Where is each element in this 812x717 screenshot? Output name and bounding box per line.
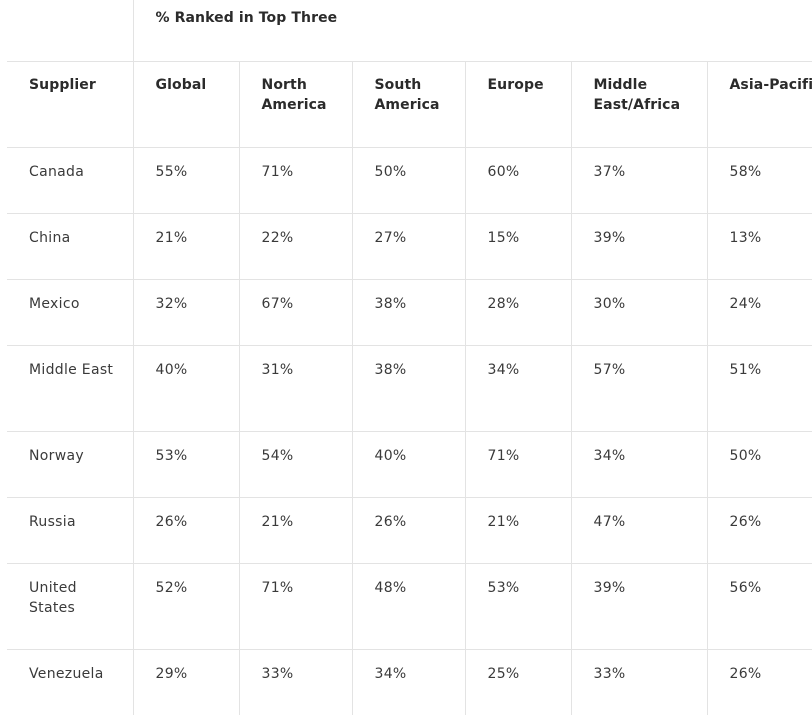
global-cell: 53% — [132, 430, 239, 497]
supplier-cell: Mexico — [7, 278, 133, 345]
south-america-cell: 38% — [351, 278, 465, 345]
column-header-north-america: North America — [238, 60, 352, 147]
south-america-cell: 27% — [351, 212, 465, 279]
middle-east-africa-cell: 34% — [570, 430, 707, 497]
group-header-row: % Ranked in Top Three — [7, 0, 812, 61]
south-america-cell: 26% — [351, 496, 465, 563]
asia-pacific-cell: 13% — [706, 212, 812, 279]
table-row: Middle East 40% 31% 38% 34% 57% 51% — [7, 344, 812, 431]
south-america-cell: 50% — [351, 146, 465, 213]
supplier-cell: Canada — [7, 146, 133, 213]
asia-pacific-cell: 51% — [706, 344, 812, 431]
europe-cell: 15% — [464, 212, 571, 279]
table-row: Canada 55% 71% 50% 60% 37% 58% — [7, 146, 812, 213]
middle-east-africa-cell: 39% — [570, 212, 707, 279]
supplier-cell: United States — [7, 562, 133, 649]
north-america-cell: 22% — [238, 212, 352, 279]
supplier-ranking-table-container: % Ranked in Top Three Supplier Global No… — [7, 0, 812, 715]
global-cell: 52% — [132, 562, 239, 649]
europe-cell: 71% — [464, 430, 571, 497]
north-america-cell: 54% — [238, 430, 352, 497]
column-header-global: Global — [132, 60, 239, 147]
north-america-cell: 33% — [238, 648, 352, 715]
asia-pacific-cell: 56% — [706, 562, 812, 649]
column-header-supplier: Supplier — [7, 60, 133, 147]
global-cell: 40% — [132, 344, 239, 431]
europe-cell: 53% — [464, 562, 571, 649]
global-cell: 26% — [132, 496, 239, 563]
column-header-middle-east-africa: Middle East/Africa — [570, 60, 707, 147]
asia-pacific-cell: 26% — [706, 496, 812, 563]
north-america-cell: 71% — [238, 146, 352, 213]
global-cell: 21% — [132, 212, 239, 279]
north-america-cell: 31% — [238, 344, 352, 431]
south-america-cell: 40% — [351, 430, 465, 497]
asia-pacific-cell: 50% — [706, 430, 812, 497]
middle-east-africa-cell: 57% — [570, 344, 707, 431]
middle-east-africa-cell: 47% — [570, 496, 707, 563]
europe-cell: 60% — [464, 146, 571, 213]
group-header-spacer — [7, 0, 133, 61]
south-america-cell: 38% — [351, 344, 465, 431]
supplier-ranking-table: % Ranked in Top Three Supplier Global No… — [7, 0, 812, 715]
supplier-cell: China — [7, 212, 133, 279]
table-row: Venezuela 29% 33% 34% 25% 33% 26% — [7, 648, 812, 715]
supplier-cell: Norway — [7, 430, 133, 497]
asia-pacific-cell: 26% — [706, 648, 812, 715]
table-row: United States 52% 71% 48% 53% 39% 56% — [7, 562, 812, 649]
group-header-title: % Ranked in Top Three — [132, 0, 812, 61]
asia-pacific-cell: 24% — [706, 278, 812, 345]
column-header-row: Supplier Global North America South Amer… — [7, 60, 812, 147]
table-row: China 21% 22% 27% 15% 39% 13% — [7, 212, 812, 279]
global-cell: 29% — [132, 648, 239, 715]
europe-cell: 21% — [464, 496, 571, 563]
south-america-cell: 48% — [351, 562, 465, 649]
middle-east-africa-cell: 39% — [570, 562, 707, 649]
global-cell: 55% — [132, 146, 239, 213]
middle-east-africa-cell: 33% — [570, 648, 707, 715]
europe-cell: 25% — [464, 648, 571, 715]
column-header-south-america: South America — [351, 60, 465, 147]
south-america-cell: 34% — [351, 648, 465, 715]
middle-east-africa-cell: 37% — [570, 146, 707, 213]
europe-cell: 28% — [464, 278, 571, 345]
north-america-cell: 21% — [238, 496, 352, 563]
supplier-cell: Russia — [7, 496, 133, 563]
table-row: Russia 26% 21% 26% 21% 47% 26% — [7, 496, 812, 563]
north-america-cell: 67% — [238, 278, 352, 345]
supplier-cell: Middle East — [7, 344, 133, 431]
middle-east-africa-cell: 30% — [570, 278, 707, 345]
europe-cell: 34% — [464, 344, 571, 431]
column-header-europe: Europe — [464, 60, 571, 147]
supplier-cell: Venezuela — [7, 648, 133, 715]
table-row: Mexico 32% 67% 38% 28% 30% 24% — [7, 278, 812, 345]
asia-pacific-cell: 58% — [706, 146, 812, 213]
north-america-cell: 71% — [238, 562, 352, 649]
column-header-asia-pacific: Asia-Pacific — [706, 60, 812, 147]
global-cell: 32% — [132, 278, 239, 345]
table-row: Norway 53% 54% 40% 71% 34% 50% — [7, 430, 812, 497]
